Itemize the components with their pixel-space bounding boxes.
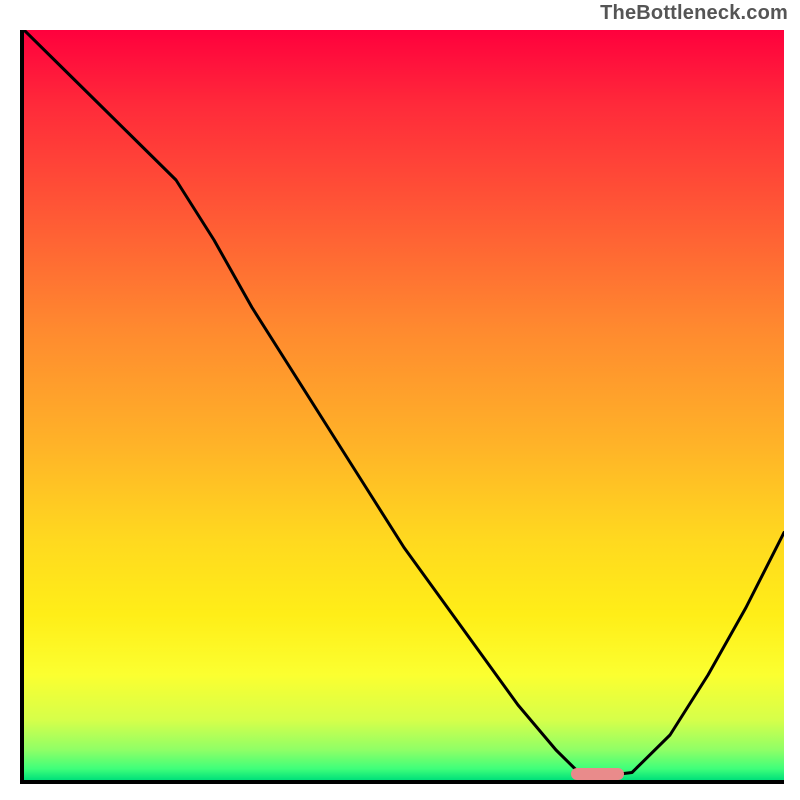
chart-container: TheBottleneck.com [0,0,800,800]
plot-area [20,30,784,784]
optimal-zone-marker [571,768,624,780]
bottleneck-curve [24,30,784,780]
watermark-text: TheBottleneck.com [600,2,788,25]
